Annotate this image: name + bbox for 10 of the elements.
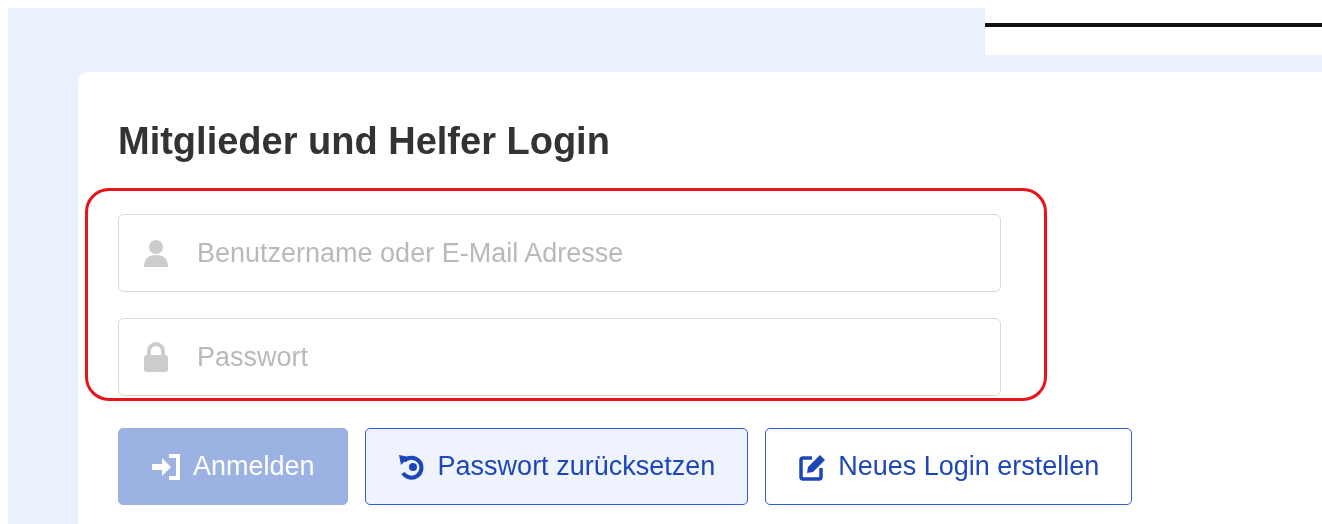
edit-icon bbox=[798, 452, 827, 481]
username-field[interactable]: Benutzername oder E-Mail Adresse bbox=[118, 214, 1001, 292]
login-title: Mitglieder und Helfer Login bbox=[118, 119, 611, 164]
sign-in-icon bbox=[151, 453, 181, 480]
lock-icon bbox=[143, 342, 169, 372]
reset-button[interactable]: Passwort zurücksetzen bbox=[364, 428, 749, 505]
register-button[interactable]: Neues Login erstellen bbox=[765, 428, 1133, 505]
password-field[interactable]: Passwort bbox=[118, 318, 1001, 396]
rotate-icon bbox=[397, 452, 426, 481]
user-icon bbox=[143, 239, 169, 267]
